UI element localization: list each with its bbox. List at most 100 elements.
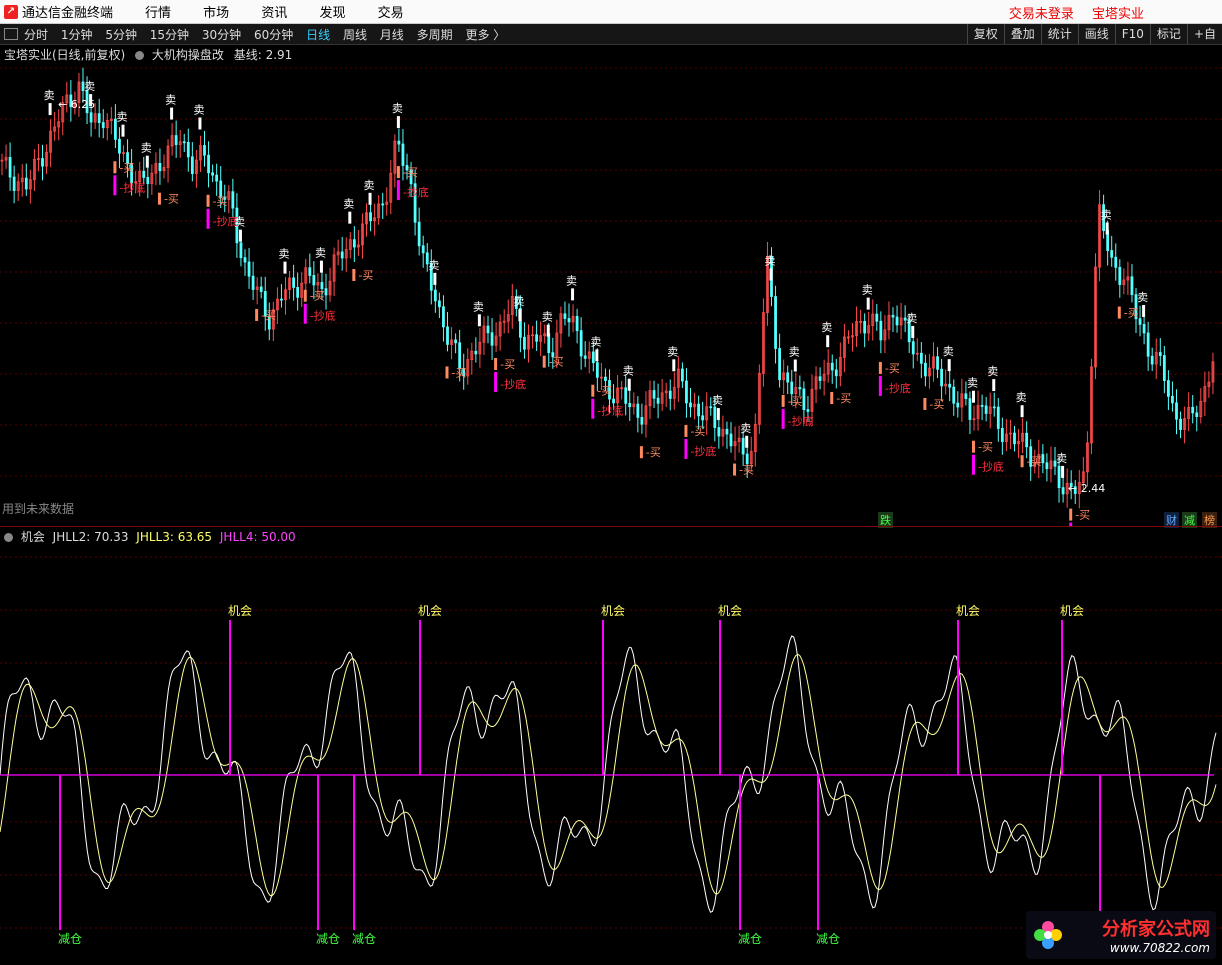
buy-marker-bar [972,440,975,453]
candle-body [774,296,777,349]
candle-body [725,428,729,435]
buy-marker-bar [494,357,498,370]
period-tab[interactable]: 月线 [380,28,404,42]
mark-button[interactable]: 标记 [1149,24,1187,44]
stats-button[interactable]: 统计 [1040,24,1078,44]
candle-body [486,325,490,334]
panel-divider[interactable] [0,526,1222,527]
f10-button[interactable]: F10 [1114,24,1150,44]
candle-body [612,398,615,404]
reduce-label: 减仓 [58,932,82,946]
candle-body [1110,250,1114,258]
candle-body [936,356,939,370]
period-tab[interactable]: 多周期 [417,28,453,42]
sell-marker-bar [283,261,287,274]
menu-item-market[interactable]: 市场 [203,6,229,21]
candle-body [717,427,721,437]
candle-body [948,383,952,388]
buy-marker-label: -买 [1124,307,1139,320]
candlestick-chart[interactable]: 卖卖卖卖卖卖卖卖 卖卖卖卖卖卖 卖卖卖卖卖卖卖卖卖卖卖卖卖卖卖卖卖卖卖卖-买-抄底-… [0,56,1222,526]
buy-marker-label: -买 [549,356,564,369]
candle-body [320,282,324,290]
candle-body [1061,487,1065,495]
buy-marker-bar [684,424,688,437]
period-tab-active[interactable]: 日线 [306,28,330,42]
candle-body [1041,454,1045,464]
candle-body [190,156,194,174]
reduce-label: 减仓 [352,932,376,946]
bottom-marker-bar [113,175,117,196]
panel-toggle-icon[interactable] [4,28,18,40]
period-toolbar: 分时 1分钟 5分钟 15分钟 30分钟 60分钟 日线 周线 月线 多周期 更… [0,24,1222,45]
sell-marker-label: 卖 [117,111,128,124]
sell-marker-label: 卖 [364,179,375,192]
period-tab-more[interactable]: 更多 〉 [465,28,505,42]
sell-marker-label: 卖 [428,259,439,272]
buy-marker-label: -买 [119,161,134,174]
add-favorite-button[interactable]: +自 [1186,24,1222,44]
buy-marker-label: -买 [646,446,661,459]
opportunity-label: 机会 [601,604,625,618]
bottom-marker-label: -抄底 [403,185,429,199]
candle-body [875,313,879,322]
candle-body [1175,402,1178,420]
sell-marker-label: 卖 [279,248,290,261]
period-tab[interactable]: 15分钟 [150,28,189,42]
menu-item-discover[interactable]: 发现 [319,6,345,21]
buy-marker-label: -买 [597,385,612,398]
period-tab[interactable]: 周线 [343,28,367,42]
buy-marker-label: -买 [500,358,515,371]
sell-marker-label: 卖 [667,345,678,358]
period-tab[interactable]: 5分钟 [105,28,137,42]
candle-body [24,177,28,190]
candle-body [980,405,984,407]
buy-marker-label: -买 [403,166,418,179]
sell-marker-bar [947,359,951,372]
candle-body [834,369,838,377]
candle-body [806,409,810,412]
buy-marker-label: -买 [929,398,944,411]
candle-body [701,415,705,421]
sell-marker-bar [769,268,773,281]
candle-body [656,397,660,404]
candle-body [1025,432,1029,448]
login-status-link[interactable]: 交易未登录 [1009,7,1074,22]
menu-item-quotes[interactable]: 行情 [145,6,171,21]
buy-marker-bar [206,194,210,207]
candle-body [1142,323,1146,334]
sell-marker-bar [145,155,149,168]
overlay-button[interactable]: 叠加 [1003,24,1041,44]
sell-marker-label: 卖 [566,274,577,287]
candle-body [186,141,190,158]
menu-item-news[interactable]: 资讯 [261,6,287,21]
period-tab[interactable]: 60分钟 [254,28,293,42]
sell-marker-label: 卖 [590,335,601,348]
flower-logo-icon [1034,921,1062,949]
bottom-marker-bar [781,408,785,429]
candle-body [681,368,684,382]
buy-marker-label: -买 [452,366,467,379]
candle-body [595,362,599,378]
menu-item-trade[interactable]: 交易 [378,6,404,21]
period-tab[interactable]: 分时 [24,28,48,42]
sub-chart-header: 机会 JHLL2: 70.33 JHLL3: 63.65 JHLL4: 50.0… [4,528,296,545]
candle-body [1013,432,1016,445]
candle-body [1118,266,1122,285]
candle-body [437,300,441,308]
buy-marker-label: -买 [1075,509,1090,522]
candle-body [689,402,692,408]
current-stock-name[interactable]: 宝塔实业 [1092,7,1144,22]
sub-indicator-settings-icon[interactable] [4,533,13,542]
candle-body [778,348,781,381]
oscillator-chart[interactable]: 机会机会机会机会机会机会减仓减仓减仓减仓减仓减仓 [0,545,1222,965]
sell-marker-bar [477,314,481,327]
restore-right-button[interactable]: 复权 [966,24,1004,44]
sub-indicator-name[interactable]: 机会 [21,530,45,544]
sell-marker-label: 卖 [44,89,55,102]
draw-line-button[interactable]: 画线 [1077,24,1115,44]
candle-body [624,387,628,404]
period-tab[interactable]: 30分钟 [202,28,241,42]
candle-body [697,403,700,417]
period-tab[interactable]: 1分钟 [61,28,93,42]
sell-marker-label: 卖 [862,284,873,297]
